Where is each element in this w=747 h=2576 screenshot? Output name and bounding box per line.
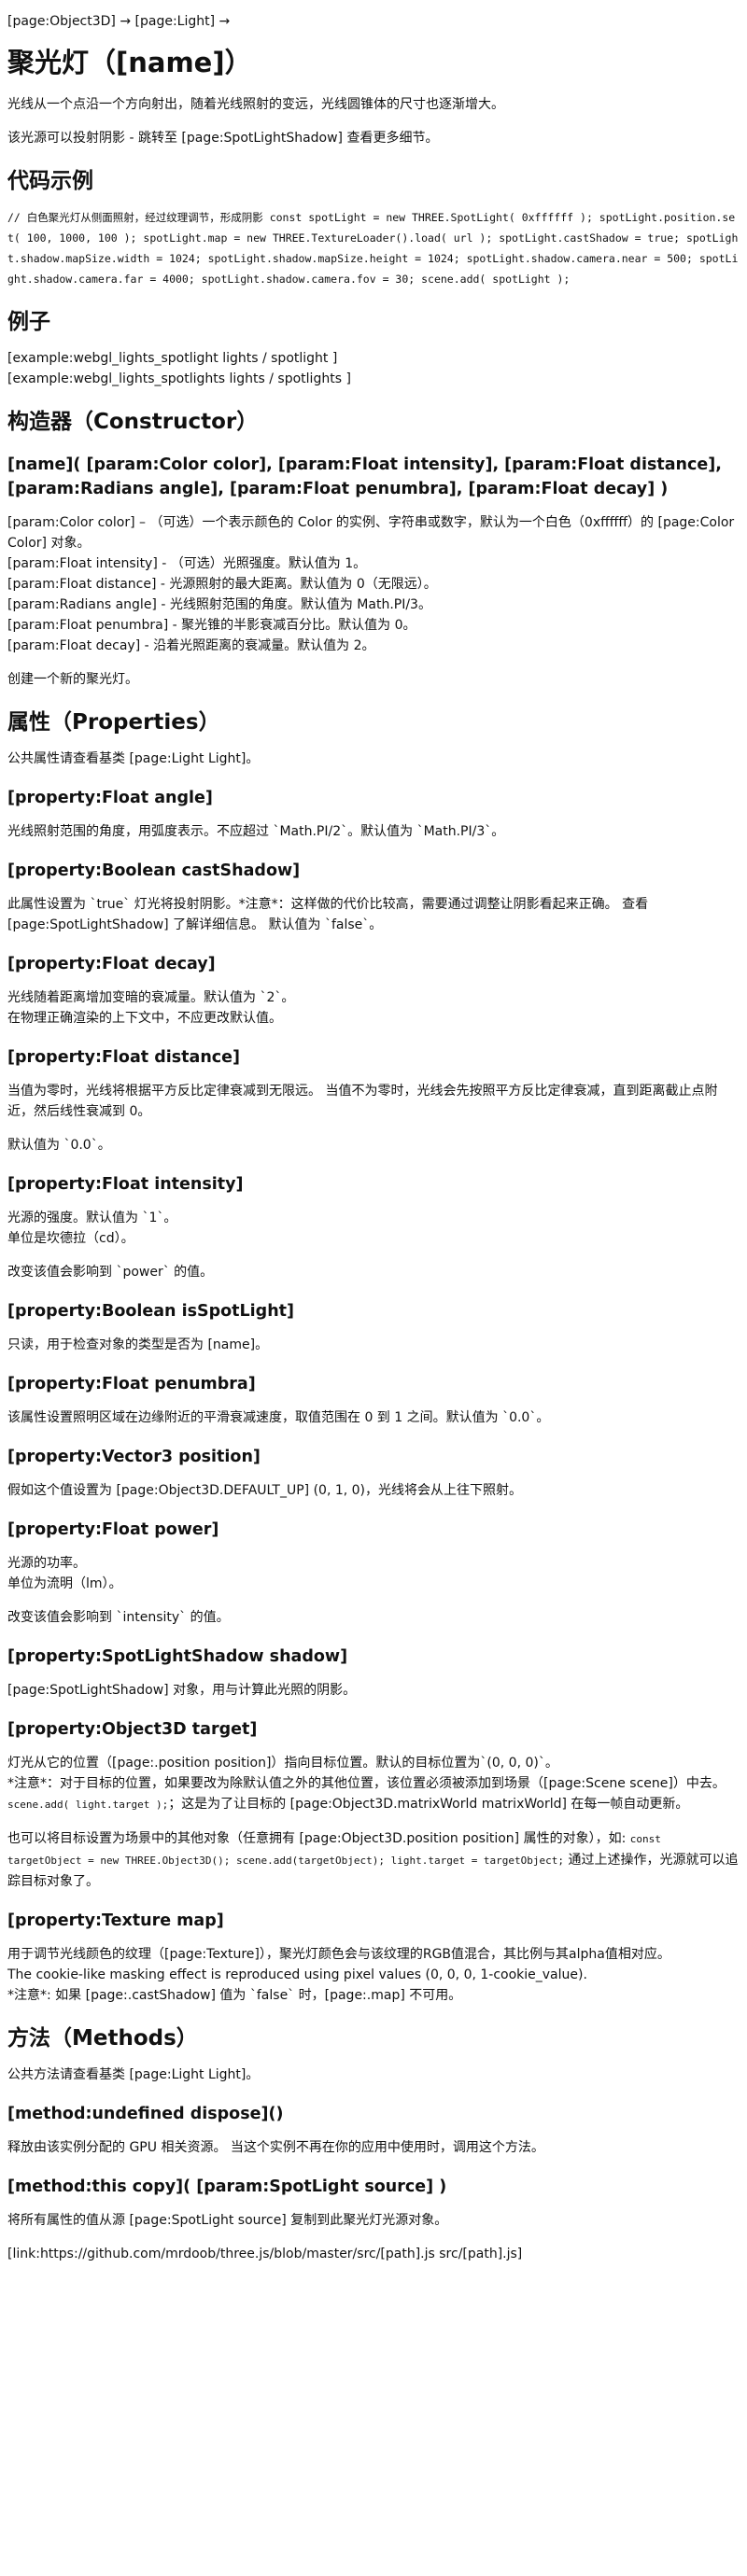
property-angle-desc: 光线照射范围的角度，用弧度表示。不应超过 `Math.PI/2`。默认值为 `M… xyxy=(7,824,505,839)
property-position-heading: [property:Vector3 position] xyxy=(7,1448,261,1466)
breadcrumb[interactable]: [page:Object3D] → [page:Light] → xyxy=(7,11,740,32)
property-intensity-desc: 光源的强度。默认值为 `1`。 单位是坎德拉（cd）。 xyxy=(7,1208,740,1249)
methods-heading: 方法（Methods） xyxy=(7,2026,198,2051)
property-intensity-line: 光源的强度。默认值为 `1`。 xyxy=(7,1211,177,1225)
param-distance: [param:Float distance] - 光源照射的最大距离。默认值为 … xyxy=(7,577,437,592)
property-target-note: *注意*：对于目标的位置，如果要改为除默认值之外的其他位置，该位置必须被添加到场… xyxy=(7,1776,726,1791)
property-map-line: 用于调节光线颜色的纹理（[page:Texture]），聚光灯颜色会与该纹理的R… xyxy=(7,1947,670,1962)
property-penumbra-heading: [property:Float penumbra] xyxy=(7,1375,256,1393)
method-dispose-heading: [method:undefined dispose]() xyxy=(7,2105,284,2123)
property-intensity-line: 单位是坎德拉（cd）。 xyxy=(7,1231,134,1246)
source-link[interactable]: [link:https://github.com/mrdoob/three.js… xyxy=(7,2244,740,2264)
property-distance-default: 默认值为 `0.0`。 xyxy=(7,1138,111,1153)
constructor-heading: 构造器（Constructor） xyxy=(7,410,259,434)
property-shadow-heading: [property:SpotLightShadow shadow] xyxy=(7,1647,348,1666)
constructor-signature: [name]( [param:Color color], [param:Floa… xyxy=(7,455,722,498)
method-copy-desc: 将所有属性的值从源 [page:SpotLight source] 复制到此聚光… xyxy=(7,2213,448,2228)
property-castshadow-desc: 此属性设置为 `true` 灯光将投射阴影。*注意*：这样做的代价比较高，需要通… xyxy=(7,897,649,932)
property-map-desc: 用于调节光线颜色的纹理（[page:Texture]），聚光灯颜色会与该纹理的R… xyxy=(7,1944,740,2006)
param-color: [param:Color color] – （可选）一个表示颜色的 Color … xyxy=(7,515,735,551)
property-power-line: 单位为流明（lm）。 xyxy=(7,1576,122,1591)
method-dispose-desc: 释放由该实例分配的 GPU 相关资源。 当这个实例不再在你的应用中使用时，调用这… xyxy=(7,2140,544,2155)
property-map-line: *注意*: 如果 [page:.castShadow] 值为 `false` 时… xyxy=(7,1988,462,2003)
property-penumbra-desc: 该属性设置照明区域在边缘附近的平滑衰减速度，取值范围在 0 到 1 之间。默认值… xyxy=(7,1410,550,1425)
property-distance-desc: 当值为零时，光线将根据平方反比定律衰减到无限远。 当值不为零时，光线会先按照平方… xyxy=(7,1084,718,1119)
property-target-desc: 灯光从它的位置（[page:.position position]）指向目标位置… xyxy=(7,1753,740,1815)
methods-intro: 公共方法请查看基类 [page:Light Light]。 xyxy=(7,2067,260,2082)
param-angle: [param:Radians angle] - 光线照射范围的角度。默认值为 M… xyxy=(7,597,431,612)
example-link-spotlight[interactable]: [example:webgl_lights_spotlight lights /… xyxy=(7,348,740,369)
intro-text: 光线从一个点沿一个方向射出，随着光线照射的变远，光线圆锥体的尺寸也逐渐增大。 xyxy=(7,97,504,112)
property-position-desc: 假如这个值设置为 [page:Object3D.DEFAULT_UP] (0, … xyxy=(7,1483,523,1498)
property-distance-heading: [property:Float distance] xyxy=(7,1048,241,1067)
property-isspotlight-heading: [property:Boolean isSpotLight] xyxy=(7,1302,295,1321)
properties-intro: 公共属性请查看基类 [page:Light Light]。 xyxy=(7,751,260,766)
example-link-spotlights[interactable]: [example:webgl_lights_spotlights lights … xyxy=(7,369,740,389)
property-power-line: 光源的功率。 xyxy=(7,1556,86,1571)
property-target-heading: [property:Object3D target] xyxy=(7,1720,258,1739)
method-copy-heading: [method:this copy]( [param:SpotLight sou… xyxy=(7,2177,447,2196)
examples-heading: 例子 xyxy=(7,310,50,334)
constructor-params: [param:Color color] – （可选）一个表示颜色的 Color … xyxy=(7,512,740,656)
property-decay-line: 光线随着距离增加变暗的衰减量。默认值为 `2`。 xyxy=(7,990,295,1005)
param-decay: [param:Float decay] - 沿着光照距离的衰减量。默认值为 2。 xyxy=(7,638,375,653)
page-title: 聚光灯（[name]） xyxy=(7,47,252,78)
property-intensity-note: 改变该值会影响到 `power` 的值。 xyxy=(7,1265,214,1280)
property-power-heading: [property:Float power] xyxy=(7,1520,219,1539)
property-target-line: 这是为了让目标的 [page:Object3D.matrixWorld matr… xyxy=(181,1797,689,1812)
document-page: [page:Object3D] → [page:Light] → 聚光灯（[na… xyxy=(0,0,747,2264)
property-intensity-heading: [property:Float intensity] xyxy=(7,1175,244,1194)
property-decay-line: 在物理正确渲染的上下文中，不应更改默认值。 xyxy=(7,1011,282,1026)
property-target-line: 也可以将目标设置为场景中的其他对象（任意拥有 [page:Object3D.po… xyxy=(7,1831,627,1846)
constructor-note: 创建一个新的聚光灯。 xyxy=(7,672,138,687)
shadow-note: 该光源可以投射阴影 - 跳转至 [page:SpotLightShadow] 查… xyxy=(7,131,439,146)
code-example-heading: 代码示例 xyxy=(7,169,93,193)
property-target-extra: 也可以将目标设置为场景中的其他对象（任意拥有 [page:Object3D.po… xyxy=(7,1828,740,1892)
property-map-line: The cookie-like masking effect is reprod… xyxy=(7,1967,587,1982)
property-shadow-desc: [page:SpotLightShadow] 对象，用与计算此光照的阴影。 xyxy=(7,1683,357,1698)
code-example-block: // 白色聚光灯从侧面照射，经过纹理调节，形成阴影 const spotLigh… xyxy=(7,211,739,286)
property-castshadow-heading: [property:Boolean castShadow] xyxy=(7,861,301,880)
param-penumbra: [param:Float penumbra] - 聚光锥的半影衰减百分比。默认值… xyxy=(7,618,416,633)
property-power-note: 改变该值会影响到 `intensity` 的值。 xyxy=(7,1610,230,1625)
property-isspotlight-desc: 只读，用于检查对象的类型是否为 [name]。 xyxy=(7,1337,269,1352)
property-target-line: 灯光从它的位置（[page:.position position]）指向目标位置… xyxy=(7,1756,558,1771)
property-map-heading: [property:Texture map] xyxy=(7,1911,224,1930)
param-intensity: [param:Float intensity] - （可选）光照强度。默认值为 … xyxy=(7,556,367,571)
property-angle-heading: [property:Float angle] xyxy=(7,789,213,807)
property-decay-heading: [property:Float decay] xyxy=(7,955,216,973)
properties-heading: 属性（Properties） xyxy=(7,710,220,735)
inline-code: scene.add( light.target ); xyxy=(7,1799,169,1811)
property-power-desc: 光源的功率。 单位为流明（lm）。 xyxy=(7,1553,740,1594)
property-decay-desc: 光线随着距离增加变暗的衰减量。默认值为 `2`。 在物理正确渲染的上下文中，不应… xyxy=(7,987,740,1029)
